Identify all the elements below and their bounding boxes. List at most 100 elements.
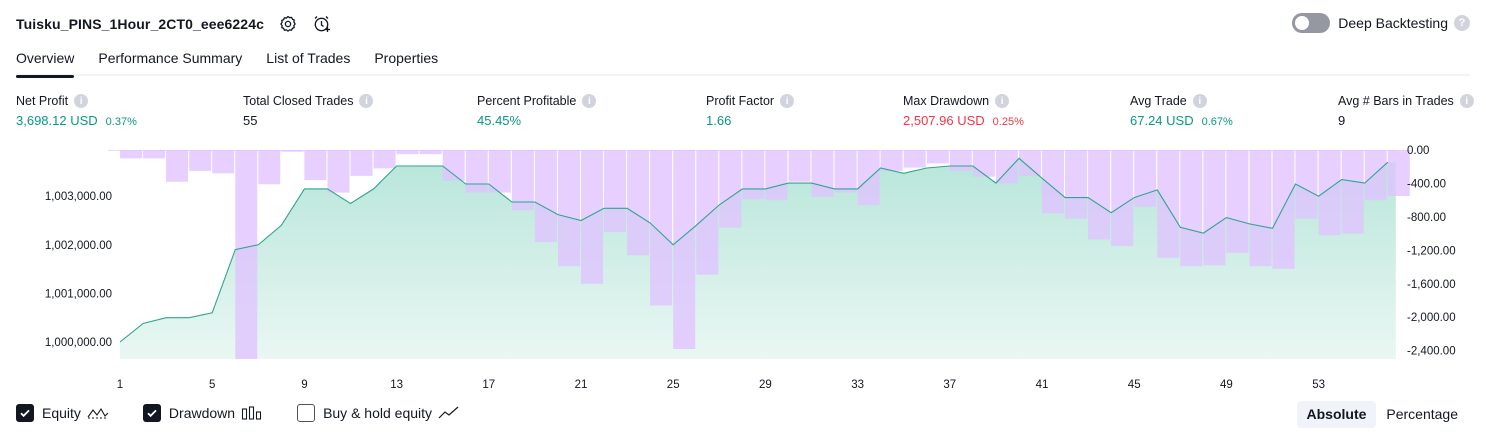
metric-label: Net Profit	[16, 94, 69, 108]
x-axis-tick: 29	[759, 379, 772, 391]
tab-performance-summary[interactable]: Performance Summary	[98, 46, 242, 76]
info-icon[interactable]: i	[1192, 94, 1207, 108]
drawdown-bar	[1065, 150, 1088, 219]
x-axis-tick: 13	[390, 379, 403, 391]
drawdown-bar	[1226, 150, 1249, 253]
drawdown-bar	[1249, 150, 1272, 267]
legend-buy-hold[interactable]: Buy & hold equity	[297, 404, 460, 422]
metric-percent: 0.37%	[105, 116, 137, 128]
drawdown-bar	[811, 150, 834, 197]
right-axis-tick: -2,000.00	[1407, 312, 1456, 324]
right-axis-tick: 0.00	[1407, 145, 1429, 157]
drawdown-bar	[419, 150, 442, 155]
metric-value: 67.24 USD	[1130, 113, 1194, 128]
drawdown-bar	[166, 150, 189, 182]
x-axis-tick: 45	[1128, 379, 1141, 391]
drawdown-bar	[281, 150, 304, 152]
drawdown-bar	[327, 150, 350, 193]
x-axis-tick: 41	[1036, 379, 1049, 391]
metric-value: 45.45%	[477, 113, 522, 128]
help-icon[interactable]: ?	[1454, 15, 1470, 31]
add-alert-icon[interactable]	[312, 14, 332, 34]
legend-drawdown[interactable]: Drawdown	[142, 404, 263, 422]
tab-overview[interactable]: Overview	[16, 46, 75, 78]
info-icon[interactable]: i	[359, 94, 374, 108]
toggle-knob	[1295, 16, 1310, 30]
metric-label: Max Drawdown	[903, 94, 990, 108]
drawdown-bar	[1203, 150, 1226, 266]
drawdown-bar	[788, 150, 811, 182]
metric-value: 3,698.12 USD	[16, 113, 98, 128]
drawdown-bar	[1295, 150, 1318, 219]
drawdown-bar	[465, 150, 488, 193]
right-axis-tick: -1,600.00	[1407, 279, 1456, 291]
drawdown-bar	[212, 150, 235, 174]
left-axis-tick: 1,002,000.00	[45, 240, 112, 252]
drawdown-bar	[304, 150, 327, 181]
deep-backtesting-toggle[interactable]	[1292, 13, 1331, 33]
drawdown-bar	[1318, 150, 1341, 236]
buy-hold-checkbox[interactable]	[297, 404, 316, 422]
left-axis-tick: 1,001,000.00	[45, 288, 112, 300]
drawdown-bar	[1157, 150, 1180, 258]
drawdown-bar	[650, 150, 673, 306]
drawdown-bar	[719, 150, 742, 228]
drawdown-bar	[1341, 150, 1364, 234]
right-axis-tick: -800.00	[1407, 212, 1446, 224]
metric-percent-profitable: Percent Profitable i 45.45%	[477, 93, 597, 128]
drawdown-bar	[1180, 150, 1203, 267]
equity-checkbox[interactable]	[16, 404, 34, 422]
drawdown-bar	[972, 150, 995, 177]
info-icon[interactable]: i	[74, 94, 89, 108]
deep-backtesting-label: Deep Backtesting	[1338, 15, 1448, 31]
metric-label: Profit Factor	[706, 94, 775, 108]
metric-value: 55	[243, 113, 258, 128]
x-axis-tick: 25	[667, 379, 680, 391]
drawdown-bar	[1364, 150, 1387, 201]
x-axis-tick: 33	[851, 379, 864, 391]
drawdown-bar	[627, 150, 650, 256]
tab-bar: Overview Performance Summary List of Tra…	[16, 46, 1470, 78]
x-axis-tick: 1	[117, 379, 123, 391]
drawdown-bar	[903, 150, 926, 168]
drawdown-bar	[1042, 150, 1064, 214]
drawdown-bar	[1272, 150, 1295, 269]
drawdown-checkbox[interactable]	[142, 404, 161, 422]
absolute-button[interactable]: Absolute	[1296, 401, 1377, 428]
settings-gear-icon[interactable]	[278, 14, 298, 34]
drawdown-bar	[742, 150, 765, 200]
equity-drawdown-chart[interactable]: 1,000,000.00 1,001,000.00 1,002,000.00 1,00…	[0, 138, 1486, 398]
drawdown-bar	[143, 150, 166, 159]
metric-avg-trade: Avg Trade i 67.24 USD 0.67%	[1130, 93, 1233, 128]
metric-max-drawdown: Max Drawdown i 2,507.96 USD 0.25%	[903, 93, 1024, 128]
metric-label: Avg Trade	[1130, 94, 1187, 108]
info-icon[interactable]: i	[995, 94, 1010, 108]
info-icon[interactable]: i	[780, 94, 795, 108]
info-icon[interactable]: i	[1459, 94, 1474, 108]
x-axis-tick: 5	[209, 379, 215, 391]
x-axis-tick: 21	[575, 379, 588, 391]
info-icon[interactable]: i	[582, 94, 597, 108]
metric-value: 2,507.96 USD	[903, 113, 985, 128]
drawdown-bar	[189, 150, 212, 171]
metric-total-closed-trades: Total Closed Trades i 55	[243, 93, 374, 128]
equity-line-icon	[87, 406, 109, 420]
drawdown-bar	[581, 150, 603, 284]
value-mode-switch: Absolute Percentage	[1296, 401, 1469, 428]
right-axis-tick: -2,400.00	[1407, 346, 1456, 358]
drawdown-bar	[1134, 150, 1157, 207]
metric-label: Percent Profitable	[477, 94, 577, 108]
drawdown-bar	[765, 150, 788, 201]
left-axis-tick: 1,003,000.00	[45, 191, 112, 203]
drawdown-bar	[350, 150, 373, 176]
drawdown-bar	[1088, 150, 1111, 240]
drawdown-bar	[834, 150, 857, 193]
tab-list-of-trades[interactable]: List of Trades	[266, 46, 350, 76]
x-axis-tick: 37	[943, 379, 956, 391]
tab-properties[interactable]: Properties	[374, 46, 438, 76]
drawdown-bar	[926, 150, 949, 164]
drawdown-bar	[511, 150, 534, 211]
percentage-button[interactable]: Percentage	[1376, 401, 1468, 428]
legend-equity[interactable]: Equity	[16, 404, 109, 422]
drawdown-bar	[1019, 150, 1041, 176]
